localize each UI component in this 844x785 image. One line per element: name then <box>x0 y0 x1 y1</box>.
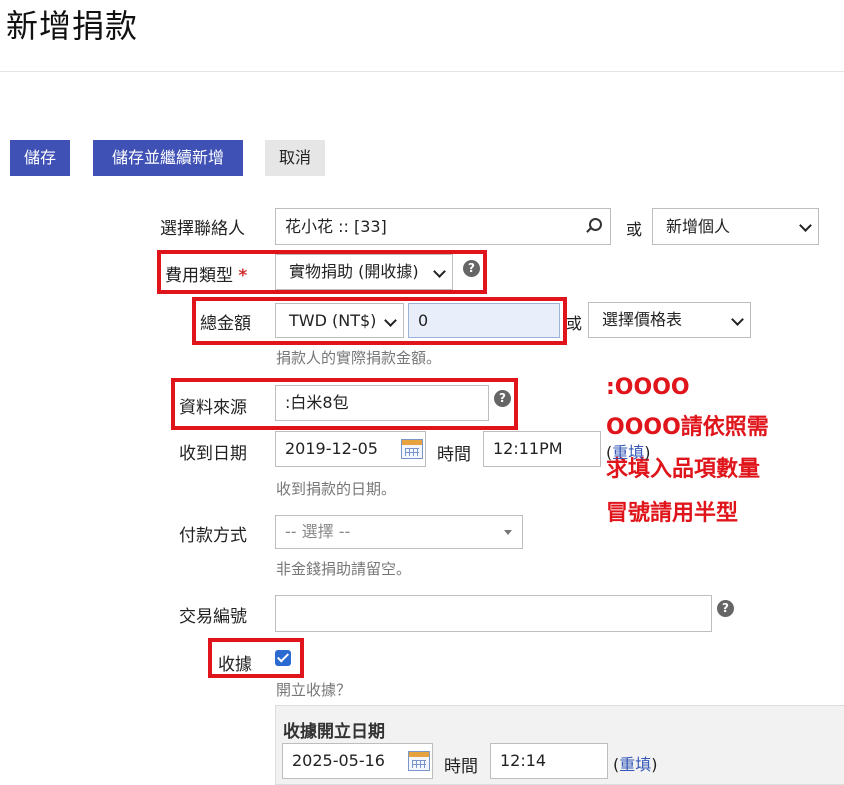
receipt-time-value: 12:14 <box>500 751 547 770</box>
receipt-time-label: 時間 <box>444 757 478 777</box>
total-amount-hint: 捐款人的實際捐款金額。 <box>276 349 442 367</box>
fee-type-select[interactable]: 實物捐助 (開收據) <box>275 254 453 290</box>
new-contact-select-value: 新增個人 <box>666 217 731 236</box>
help-icon[interactable]: ? <box>494 390 511 407</box>
contact-label: 選擇聯絡人 <box>160 219 245 239</box>
receipt-date-value: 2025-05-16 <box>292 751 385 770</box>
or-text: 或 <box>566 314 583 333</box>
save-button[interactable]: 儲存 <box>10 140 70 176</box>
annotation-line-4: 冒號請用半型 <box>606 501 739 526</box>
save-and-new-button[interactable]: 儲存並繼續新增 <box>93 140 243 176</box>
page-title: 新增捐款 <box>6 7 139 45</box>
transaction-id-input[interactable] <box>275 595 712 632</box>
payment-method-hint: 非金錢捐助請留空。 <box>276 560 412 578</box>
contact-value: 花小花 :: [33] <box>285 217 387 236</box>
receipt-label: 收據 <box>218 655 252 675</box>
paren-close: ) <box>644 443 651 462</box>
received-date-value: 2019-12-05 <box>285 439 378 458</box>
price-set-select[interactable]: 選擇價格表 <box>588 302 751 338</box>
or-text: 或 <box>626 220 643 239</box>
chevron-down-icon <box>433 265 446 278</box>
annotation-line-1: :OOOO <box>606 375 690 400</box>
transaction-id-label: 交易編號 <box>179 607 247 627</box>
received-time-input[interactable]: 12:11PM <box>483 431 601 467</box>
received-date-reset: (重填) <box>606 439 651 463</box>
total-amount-label: 總金額 <box>200 314 251 334</box>
fee-type-label-text: 費用類型 <box>165 266 233 286</box>
source-value: :白米8包 <box>285 393 349 412</box>
search-icon[interactable] <box>589 218 602 231</box>
calendar-icon[interactable] <box>408 751 430 771</box>
receipt-date-label: 收據開立日期 <box>283 722 385 742</box>
reset-link[interactable]: 重填 <box>619 755 651 774</box>
contact-input[interactable]: 花小花 :: [33] <box>275 208 611 245</box>
currency-value: TWD (NT$) <box>289 311 377 330</box>
calendar-icon[interactable] <box>401 439 423 459</box>
receipt-checkbox[interactable] <box>275 650 291 666</box>
received-date-label: 收到日期 <box>179 444 247 464</box>
currency-select[interactable]: TWD (NT$) <box>275 303 404 338</box>
header-divider <box>0 71 844 72</box>
chevron-down-icon <box>799 219 812 232</box>
payment-method-placeholder: -- 選擇 -- <box>285 522 351 541</box>
help-icon[interactable]: ? <box>717 600 734 617</box>
receipt-date-reset: (重填) <box>613 751 658 775</box>
required-mark: * <box>238 266 248 286</box>
help-icon[interactable]: ? <box>463 260 480 277</box>
cancel-button[interactable]: 取消 <box>265 140 325 176</box>
price-set-value: 選擇價格表 <box>602 310 683 329</box>
payment-method-label: 付款方式 <box>179 526 247 546</box>
receipt-hint: 開立收據？ <box>276 681 352 699</box>
reset-link[interactable]: 重填 <box>612 443 644 462</box>
paren-close: ) <box>651 755 658 774</box>
source-input[interactable]: :白米8包 <box>275 385 489 421</box>
annotation-line-2: OOOO請依照需 <box>606 415 769 440</box>
new-contact-select[interactable]: 新增個人 <box>652 208 819 245</box>
payment-method-select[interactable]: -- 選擇 -- <box>275 515 523 549</box>
total-amount-input[interactable]: 0 <box>408 303 560 338</box>
caret-down-icon <box>504 530 512 535</box>
fee-type-label: 費用類型 * <box>165 261 247 286</box>
receipt-time-input[interactable]: 12:14 <box>490 743 608 779</box>
total-amount-value: 0 <box>418 311 429 330</box>
received-time-label: 時間 <box>437 445 471 465</box>
chevron-down-icon <box>731 313 744 326</box>
chevron-down-icon <box>384 314 397 327</box>
received-time-value: 12:11PM <box>493 439 563 458</box>
received-date-hint: 收到捐款的日期。 <box>276 480 397 498</box>
source-label: 資料來源 <box>179 398 247 418</box>
fee-type-value: 實物捐助 (開收據) <box>289 262 419 281</box>
